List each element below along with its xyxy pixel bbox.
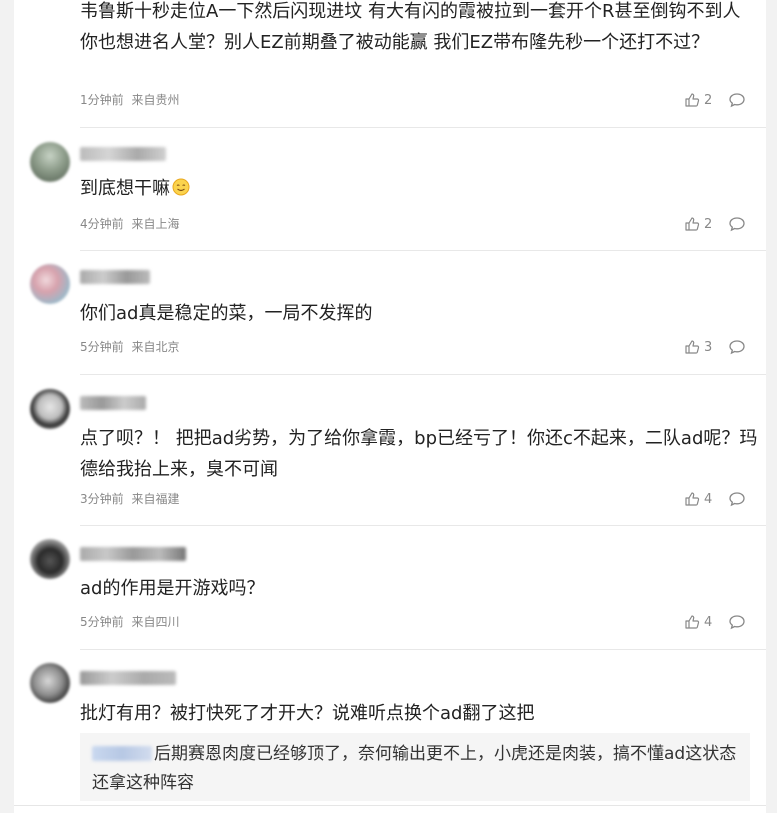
like-button[interactable]: 3: [684, 338, 712, 356]
comment-item: 韦鲁斯十秒走位A一下然后闪现进坟 有大有闪的霞被拉到一套开个R甚至倒钩不到人 你…: [14, 0, 766, 128]
thumbs-up-icon: [685, 492, 700, 506]
comment-bubble-icon[interactable]: [728, 613, 746, 631]
comment-item: 到底想干嘛 4分钟前 来自上海 2: [14, 128, 766, 251]
comment-location: 来自四川: [131, 615, 180, 629]
thumbs-up-icon: [685, 217, 700, 231]
avatar[interactable]: [30, 142, 70, 182]
comment-item: ad的作用是开游戏吗？ 5分钟前 来自四川 4: [14, 526, 766, 650]
comment-text: 到底想干嘛: [80, 173, 760, 204]
thumbs-up-icon: [685, 615, 700, 629]
like-button[interactable]: 4: [684, 490, 712, 508]
like-count: 2: [704, 216, 713, 232]
avatar[interactable]: [30, 539, 70, 579]
comment-meta: 5分钟前 来自北京: [80, 339, 179, 355]
avatar[interactable]: [30, 389, 70, 429]
comment-bubble-icon[interactable]: [728, 215, 746, 233]
comment-text: 点了呗？！ 把把ad劣势，为了给你拿霞，bp已经亏了！你还c不起来，二队ad呢？…: [80, 428, 758, 480]
comment-location: 来自上海: [131, 217, 180, 231]
like-count: 4: [704, 491, 713, 507]
comment-time: 5分钟前: [80, 340, 124, 354]
thumbs-up-icon: [685, 93, 700, 107]
comment-text: 批灯有用？被打快死了才开大？说难听点换个ad翻了这把: [80, 703, 535, 724]
avatar[interactable]: [30, 264, 70, 304]
username-blurred[interactable]: [80, 270, 150, 284]
divider: [14, 805, 766, 806]
comment-bubble-icon[interactable]: [728, 490, 746, 508]
comment-location: 来自北京: [131, 340, 180, 354]
username-blurred[interactable]: [80, 671, 176, 685]
comment-time: 3分钟前: [80, 492, 124, 506]
comment-meta: 3分钟前 来自福建: [80, 491, 179, 507]
username-blurred[interactable]: [80, 547, 186, 561]
comment-time: 4分钟前: [80, 217, 124, 231]
avatar[interactable]: [30, 663, 70, 703]
comment-text: 韦鲁斯十秒走位A一下然后闪现进坟 有大有闪的霞被拉到一套开个R甚至倒钩不到人 你…: [80, 1, 741, 53]
comment-bubble-icon[interactable]: [728, 338, 746, 356]
comment-time: 5分钟前: [80, 615, 124, 629]
comment-text: ad的作用是开游戏吗？: [80, 578, 265, 599]
comment-meta: 1分钟前 来自贵州: [80, 92, 179, 108]
smile-emoji-icon: [172, 178, 190, 196]
comment-text-content: 到底想干嘛: [80, 178, 170, 199]
comment-time: 1分钟前: [80, 93, 124, 107]
reply-quote-text: 后期赛恩肉度已经够顶了，奈何输出更不上，小虎还是肉装，搞不懂ad这状态还拿这种阵…: [92, 744, 737, 793]
username-blurred[interactable]: [80, 396, 146, 410]
username-blurred[interactable]: [80, 147, 166, 161]
comment-meta: 5分钟前 来自四川: [80, 614, 179, 630]
reply-username-blurred[interactable]: [92, 746, 152, 761]
like-button[interactable]: 2: [684, 215, 712, 233]
comment-item: 点了呗？！ 把把ad劣势，为了给你拿霞，bp已经亏了！你还c不起来，二队ad呢？…: [14, 375, 766, 526]
comment-meta: 4分钟前 来自上海: [80, 216, 179, 232]
reply-quote[interactable]: 后期赛恩肉度已经够顶了，奈何输出更不上，小虎还是肉装，搞不懂ad这状态还拿这种阵…: [80, 733, 750, 801]
comment-location: 来自福建: [131, 492, 180, 506]
comment-list: 韦鲁斯十秒走位A一下然后闪现进坟 有大有闪的霞被拉到一套开个R甚至倒钩不到人 你…: [14, 0, 766, 813]
thumbs-up-icon: [685, 340, 700, 354]
like-button[interactable]: 2: [684, 91, 712, 109]
comment-text: 你们ad真是稳定的菜，一局不发挥的: [80, 303, 373, 324]
like-count: 4: [704, 614, 713, 630]
like-count: 3: [704, 339, 713, 355]
comment-bubble-icon[interactable]: [728, 91, 746, 109]
comment-item: 你们ad真是稳定的菜，一局不发挥的 5分钟前 来自北京 3: [14, 251, 766, 375]
comment-location: 来自贵州: [131, 93, 180, 107]
like-button[interactable]: 4: [684, 613, 712, 631]
like-count: 2: [704, 92, 713, 108]
